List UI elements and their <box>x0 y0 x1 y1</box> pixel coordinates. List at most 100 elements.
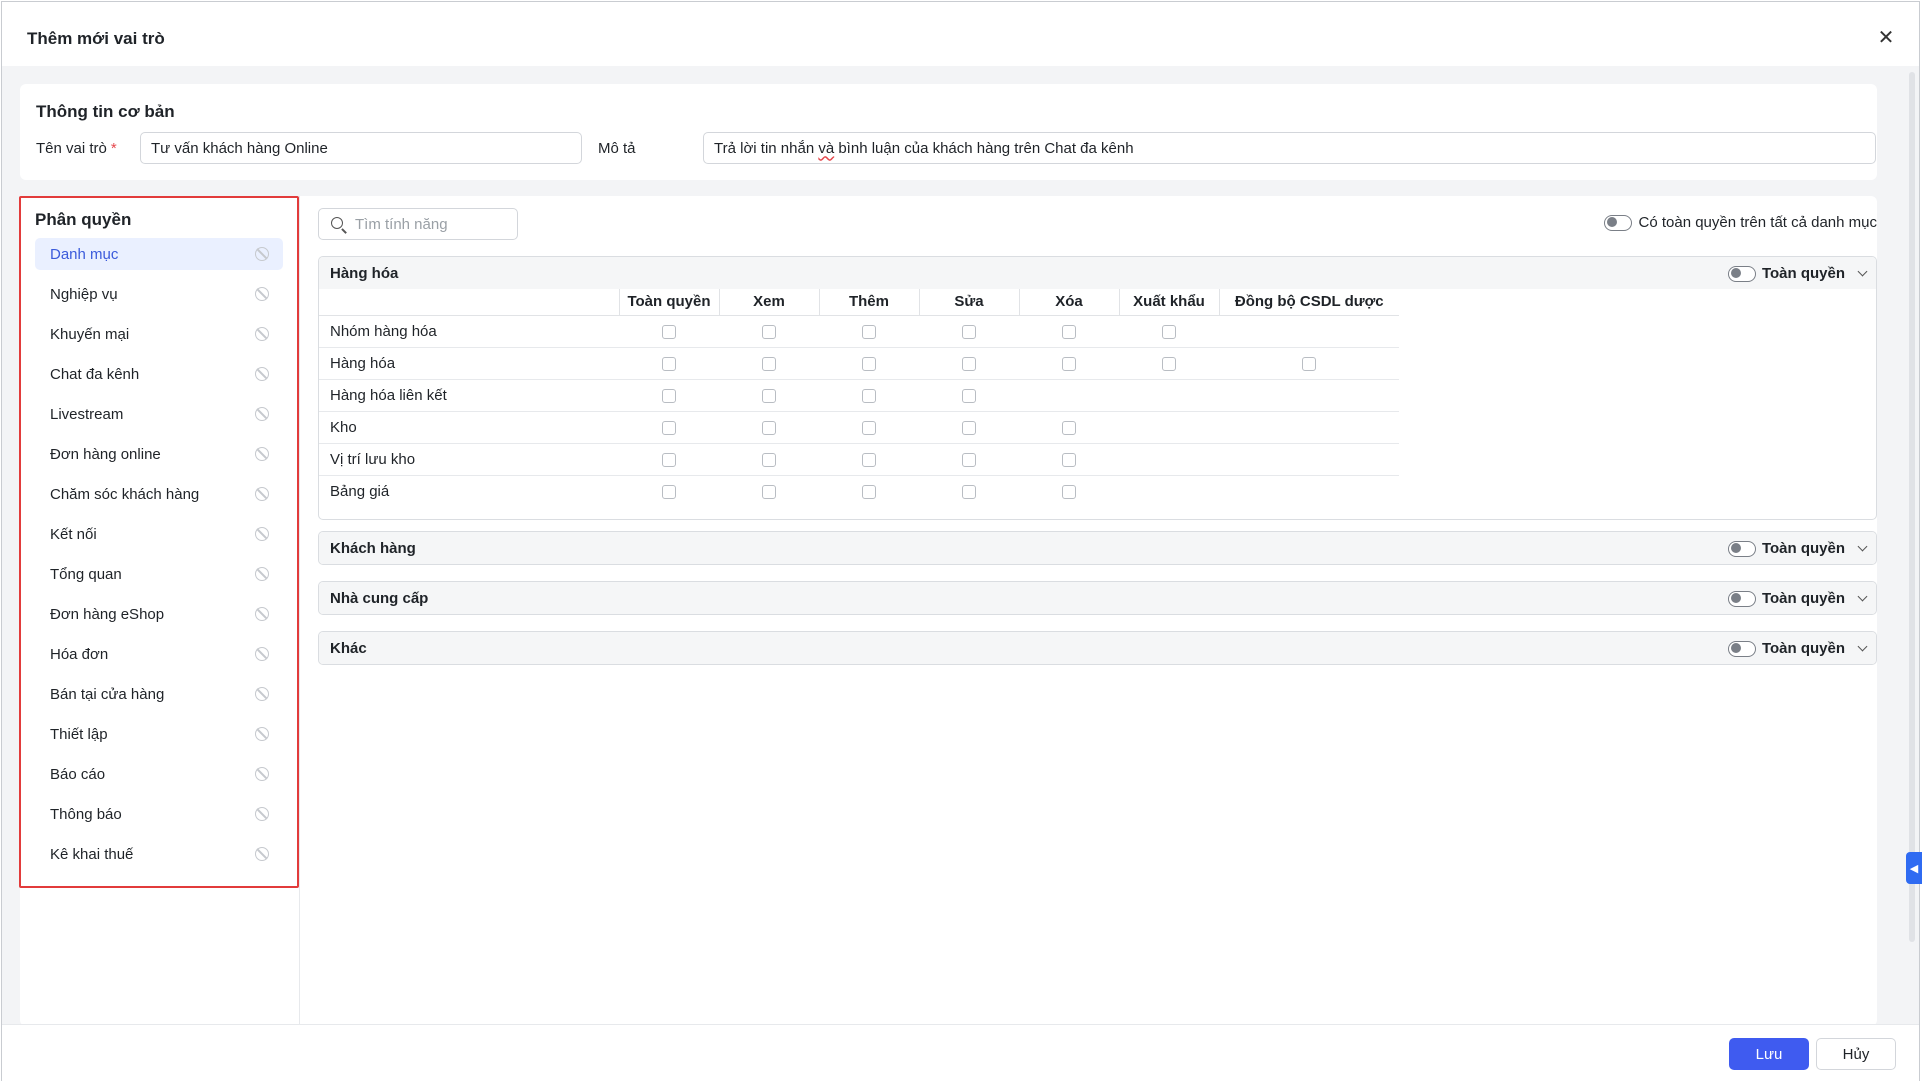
toggle-switch-icon[interactable] <box>1727 265 1756 282</box>
section-full-access-toggle[interactable]: Toàn quyền <box>1727 640 1868 657</box>
section-header[interactable]: Nhà cung cấp Toàn quyền <box>319 582 1876 614</box>
permission-checkbox[interactable] <box>662 388 676 403</box>
vertical-scrollbar[interactable] <box>1909 72 1915 942</box>
permission-checkbox[interactable] <box>762 324 776 339</box>
sidebar-item[interactable]: Báo cáo <box>35 758 283 790</box>
permission-checkbox[interactable] <box>862 356 876 371</box>
table-cell <box>719 475 819 507</box>
toggle-switch-icon[interactable] <box>1727 590 1756 607</box>
table-row: Bảng giá <box>319 475 1399 507</box>
full-access-all-toggle[interactable]: Có toàn quyền trên tất cả danh mục <box>1603 214 1877 231</box>
sidebar-item[interactable]: Livestream <box>35 398 283 430</box>
sidebar-item-label: Kê khai thuế <box>50 845 134 863</box>
permission-checkbox[interactable] <box>1162 356 1176 371</box>
table-cell <box>619 475 719 507</box>
toggle-switch-icon[interactable] <box>1727 640 1756 657</box>
role-name-input[interactable]: Tư vấn khách hàng Online <box>140 132 582 164</box>
table-cell <box>719 315 819 348</box>
sidebar-item[interactable]: Nghiệp vụ <box>35 278 283 310</box>
table-cell <box>919 347 1019 380</box>
toggle-switch-icon[interactable] <box>1727 540 1756 557</box>
permission-checkbox[interactable] <box>762 452 776 467</box>
permission-section: Khác Toàn quyền <box>318 631 1877 665</box>
table-cell <box>819 379 919 412</box>
sidebar-item-label: Kết nối <box>50 525 97 543</box>
table-cell <box>919 379 1019 412</box>
sidebar-item[interactable]: Chăm sóc khách hàng <box>35 478 283 510</box>
permission-checkbox[interactable] <box>1062 452 1076 467</box>
section-header[interactable]: Khác Toàn quyền <box>319 632 1876 664</box>
sidebar-item[interactable]: Thông báo <box>35 798 283 830</box>
sidebar-item[interactable]: Tổng quan <box>35 558 283 590</box>
chevron-down-icon[interactable] <box>1857 591 1868 602</box>
permission-checkbox[interactable] <box>962 356 976 371</box>
chevron-down-icon[interactable] <box>1857 641 1868 652</box>
permission-checkbox[interactable] <box>862 420 876 435</box>
sidebar-item[interactable]: Hóa đơn <box>35 638 283 670</box>
feature-search-input[interactable]: Tìm tính năng <box>318 208 518 240</box>
table-header-cell <box>319 289 620 316</box>
basic-info-card: Thông tin cơ bản Tên vai trò * Tư vấn khá… <box>20 84 1877 180</box>
sidebar-item[interactable]: Thiết lập <box>35 718 283 750</box>
chevron-down-icon[interactable] <box>1857 266 1868 277</box>
permission-checkbox[interactable] <box>762 420 776 435</box>
permission-checkbox[interactable] <box>662 324 676 339</box>
permission-checkbox[interactable] <box>862 484 876 499</box>
permission-checkbox[interactable] <box>962 388 976 403</box>
permission-checkbox[interactable] <box>1062 420 1076 435</box>
permission-checkbox[interactable] <box>762 356 776 371</box>
column-header: Đồng bộ CSDL dược <box>1219 289 1399 316</box>
row-name: Bảng giá <box>330 482 390 500</box>
sidebar-item[interactable]: Danh mục <box>35 238 283 270</box>
sidebar-item[interactable]: Kê khai thuế <box>35 838 283 870</box>
sidebar-item[interactable]: Đơn hàng online <box>35 438 283 470</box>
permission-checkbox[interactable] <box>662 420 676 435</box>
no-permission-icon <box>255 447 269 461</box>
section-full-access-toggle[interactable]: Toàn quyền <box>1727 590 1868 607</box>
permission-checkbox[interactable] <box>662 356 676 371</box>
description-input[interactable]: Trả lời tin nhắn và bình luận của khách … <box>703 132 1876 164</box>
permission-checkbox[interactable] <box>1162 324 1176 339</box>
sidebar-item[interactable]: Đơn hàng eShop <box>35 598 283 630</box>
permission-checkbox[interactable] <box>762 484 776 499</box>
permission-checkbox[interactable] <box>1062 484 1076 499</box>
permission-checkbox[interactable] <box>862 388 876 403</box>
permission-checkbox[interactable] <box>862 324 876 339</box>
full-access-label: Toàn quyền <box>1761 265 1845 282</box>
sidebar-item-label: Danh mục <box>50 245 119 263</box>
table-cell <box>819 475 919 507</box>
table-cell <box>719 379 819 412</box>
permission-checkbox[interactable] <box>962 420 976 435</box>
table-cell <box>619 379 719 412</box>
section-full-access-toggle[interactable]: Toàn quyền <box>1727 265 1868 282</box>
section-full-access-toggle[interactable]: Toàn quyền <box>1727 540 1868 557</box>
close-icon[interactable]: ✕ <box>1875 26 1897 49</box>
permission-checkbox[interactable] <box>1302 356 1316 371</box>
permission-checkbox[interactable] <box>1062 324 1076 339</box>
section-header[interactable]: Khách hàng Toàn quyền <box>319 532 1876 564</box>
chevron-left-icon: ◀ <box>1909 862 1919 875</box>
permission-checkbox[interactable] <box>962 484 976 499</box>
permission-checkbox[interactable] <box>762 388 776 403</box>
permission-checkbox[interactable] <box>862 452 876 467</box>
permission-checkbox[interactable] <box>662 484 676 499</box>
table-cell <box>1019 315 1119 348</box>
cancel-button[interactable]: Hủy <box>1816 1038 1896 1070</box>
no-permission-icon <box>255 567 269 581</box>
full-access-label: Toàn quyền <box>1761 540 1845 557</box>
table-cell <box>1119 379 1219 412</box>
permission-checkbox[interactable] <box>962 324 976 339</box>
section-header[interactable]: Hàng hóa Toàn quyền <box>319 257 1876 289</box>
table-cell <box>1219 347 1399 380</box>
sidebar-item[interactable]: Bán tại cửa hàng <box>35 678 283 710</box>
permission-checkbox[interactable] <box>1062 356 1076 371</box>
sidebar-item[interactable]: Chat đa kênh <box>35 358 283 390</box>
permission-checkbox[interactable] <box>662 452 676 467</box>
save-button[interactable]: Lưu <box>1729 1038 1809 1070</box>
sidebar-item[interactable]: Khuyến mại <box>35 318 283 350</box>
sidebar-item[interactable]: Kết nối <box>35 518 283 550</box>
toggle-switch-icon[interactable] <box>1603 214 1632 231</box>
chevron-down-icon[interactable] <box>1857 541 1868 552</box>
collapse-panel-tab[interactable]: ◀ <box>1906 852 1922 884</box>
permission-checkbox[interactable] <box>962 452 976 467</box>
